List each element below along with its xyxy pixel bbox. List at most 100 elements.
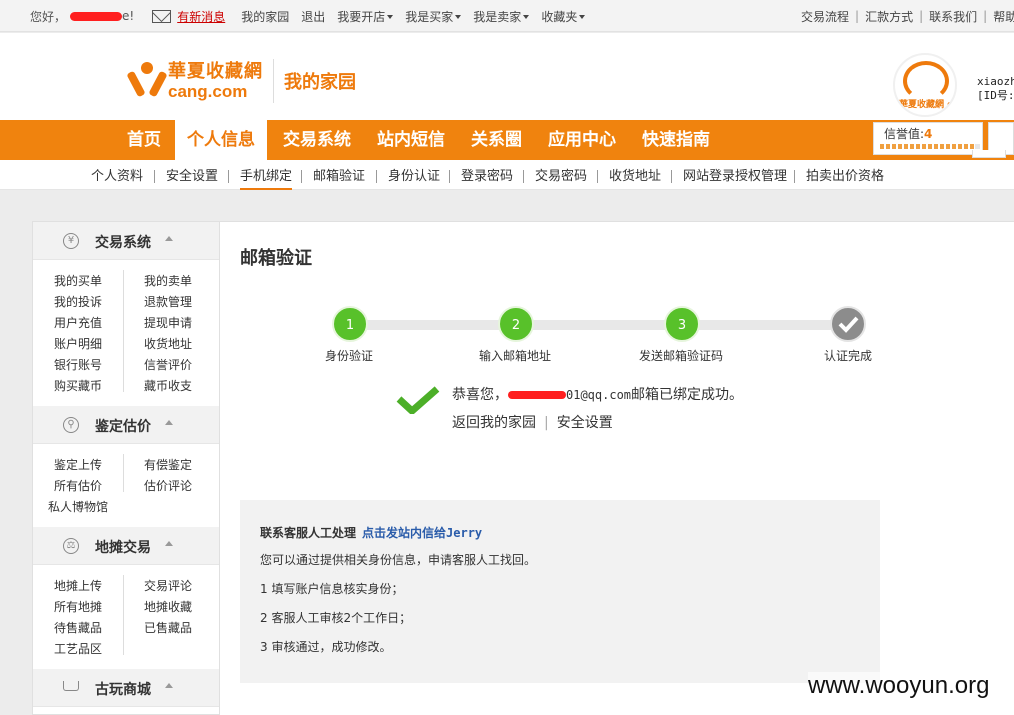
subnav-divider: [671, 170, 672, 183]
sidebar-link[interactable]: 退款管理: [144, 293, 192, 310]
sidebar-section-1[interactable]: ⚲ 鉴定估价: [33, 406, 219, 444]
credit-label: 信誉值:: [884, 127, 925, 141]
sidebar-link[interactable]: 收货地址: [144, 335, 192, 352]
back-home-link[interactable]: 返回我的家园: [452, 415, 536, 431]
sidebar-link[interactable]: 地摊收藏: [144, 598, 192, 615]
step-4-circle: [830, 306, 866, 342]
logo-chinese-text: 華夏收藏網: [168, 60, 263, 82]
logo-english-text: cang.com: [168, 81, 248, 101]
help-title: 联系客服人工处理 点击发站内信给Jerry: [260, 524, 860, 541]
subnav-item-4[interactable]: 身份认证: [388, 160, 440, 190]
sidebar-link[interactable]: 藏币收支: [144, 377, 192, 394]
sidebar-section-0[interactable]: ¥ 交易系统: [33, 222, 219, 260]
sidebar-link[interactable]: 用户充值: [54, 314, 102, 331]
nav-item-1[interactable]: 个人信息: [175, 120, 267, 160]
cart-icon: [63, 681, 79, 691]
nav-item-5[interactable]: 应用中心: [548, 120, 616, 160]
sidebar-section-3[interactable]: 古玩商城: [33, 669, 219, 707]
sidebar-column-divider: [123, 575, 124, 655]
top-link-0[interactable]: 我的家园: [241, 10, 289, 24]
sidebar-link[interactable]: 所有估价: [54, 477, 102, 494]
sidebar-link[interactable]: 我的投诉: [54, 293, 102, 310]
subnav-item-2[interactable]: 手机绑定: [240, 160, 293, 190]
panel-toggle-tab[interactable]: [972, 150, 1006, 158]
top-right-link-0[interactable]: 交易流程: [801, 8, 849, 25]
sidebar-link[interactable]: 地摊上传: [54, 577, 102, 594]
nav-item-4[interactable]: 关系圈: [471, 120, 522, 160]
top-link-5[interactable]: 收藏夹: [541, 10, 586, 24]
redacted-username: [70, 11, 123, 21]
subnav-item-5[interactable]: 登录密码: [461, 160, 513, 190]
top-right-link-2[interactable]: 联系我们: [929, 8, 977, 25]
subnav-item-0[interactable]: 个人资料: [91, 160, 143, 190]
redacted-email: [508, 391, 566, 399]
sidebar-link[interactable]: 有偿鉴定: [144, 456, 192, 473]
sidebar-link[interactable]: 工艺品区: [54, 640, 102, 657]
sidebar-link[interactable]: 我的卖单: [144, 272, 192, 289]
subnav-divider: [794, 170, 795, 183]
sidebar-section-title: 交易系统: [95, 235, 151, 251]
sidebar-section-2[interactable]: ⚖ 地摊交易: [33, 527, 219, 565]
user-info: xiaozh [ID号:: [977, 75, 1014, 103]
sidebar-link[interactable]: 银行账号: [54, 356, 102, 373]
chevron-down-icon: [387, 15, 394, 19]
success-check-icon: [396, 386, 440, 414]
top-links: 我的家园 退出 我要开店 我是买家 我是卖家 收藏夹: [241, 8, 597, 25]
mail-icon[interactable]: [152, 9, 172, 23]
credit-panel: 信誉值:4: [873, 122, 983, 155]
sidebar-link[interactable]: 已售藏品: [144, 619, 192, 636]
sidebar-link[interactable]: 待售藏品: [54, 619, 102, 636]
sidebar-link[interactable]: 购买藏币: [54, 377, 102, 394]
subnav-divider: [523, 170, 524, 183]
sidebar-section-title: 地摊交易: [95, 540, 151, 556]
nav-item-3[interactable]: 站内短信: [377, 120, 445, 160]
my-home-title: 我的家园: [284, 72, 356, 93]
page-title: 邮箱验证: [240, 248, 312, 269]
subnav-item-6[interactable]: 交易密码: [535, 160, 587, 190]
nav-item-6[interactable]: 快速指南: [642, 120, 710, 160]
top-link-1[interactable]: 退出: [301, 10, 325, 24]
top-right-link-1[interactable]: 汇款方式: [865, 8, 913, 25]
sub-nav: 个人资料 安全设置 手机绑定 邮箱验证 身份认证 登录密码 交易密码 收货地址 网站登录授权管理…: [0, 160, 1014, 190]
chevron-up-icon: [165, 420, 173, 425]
subnav-item-1[interactable]: 安全设置: [166, 160, 218, 190]
sidebar-link[interactable]: 鉴定上传: [54, 456, 102, 473]
sidebar-link[interactable]: 我的买单: [54, 272, 102, 289]
sidebar-link[interactable]: 私人博物馆: [48, 498, 108, 515]
top-right-links: 交易流程 | 汇款方式 | 联系我们 | 帮助: [801, 0, 1014, 32]
sidebar-link[interactable]: 账户明细: [54, 335, 102, 352]
new-message-link[interactable]: 有新消息: [177, 8, 225, 25]
help-intro: 您可以通过提供相关身份信息，申请客服人工找回。: [260, 553, 537, 567]
sidebar-link[interactable]: 提现申请: [144, 314, 192, 331]
chevron-up-icon: [165, 683, 173, 688]
chevron-down-icon: [523, 15, 530, 19]
sidebar-link[interactable]: 估价评论: [144, 477, 192, 494]
subnav-item-8[interactable]: 网站登录授权管理: [683, 160, 787, 190]
divider: |: [855, 9, 860, 23]
result-links: 返回我的家园 | 安全设置: [452, 415, 613, 431]
sidebar-link[interactable]: 所有地摊: [54, 598, 102, 615]
message-jerry-link[interactable]: 点击发站内信给Jerry: [362, 526, 482, 540]
subnav-item-7[interactable]: 收货地址: [609, 160, 661, 190]
top-bar-left: 您好， e! 有新消息 我的家园 退出 我要开店 我是买家 我是卖家 收藏夹: [30, 0, 597, 32]
avatar[interactable]: 華夏收藏網 cang.com: [893, 53, 957, 117]
subnav-item-9[interactable]: 拍卖出价资格: [806, 160, 884, 190]
sidebar-link[interactable]: 交易评论: [144, 577, 192, 594]
nav-item-2[interactable]: 交易系统: [283, 120, 351, 160]
site-logo[interactable]: 華夏收藏網 cang.com 我的家园: [126, 59, 356, 103]
top-link-4[interactable]: 我是卖家: [473, 10, 530, 24]
sidebar-link[interactable]: 信誉评价: [144, 356, 192, 373]
subnav-divider: [376, 170, 377, 183]
nav-item-0[interactable]: 首页: [127, 120, 161, 160]
main-content: 邮箱验证 1 身份验证 2 输入邮箱地址 3 发送邮箱验证码 认证完成 恭喜您， 01@qq.…: [220, 221, 1014, 715]
security-settings-link[interactable]: 安全设置: [557, 415, 613, 431]
username: xiaozh: [977, 75, 1014, 88]
top-link-3[interactable]: 我是买家: [405, 10, 462, 24]
step-2-label: 输入邮箱地址: [479, 349, 552, 363]
top-link-2[interactable]: 我要开店: [337, 10, 394, 24]
subnav-item-3[interactable]: 邮箱验证: [313, 160, 365, 190]
check-icon: [838, 316, 859, 333]
sidebar-column-divider: [123, 270, 124, 392]
top-right-link-3[interactable]: 帮助: [993, 8, 1014, 25]
watermark: www.wooyun.org: [808, 672, 990, 700]
